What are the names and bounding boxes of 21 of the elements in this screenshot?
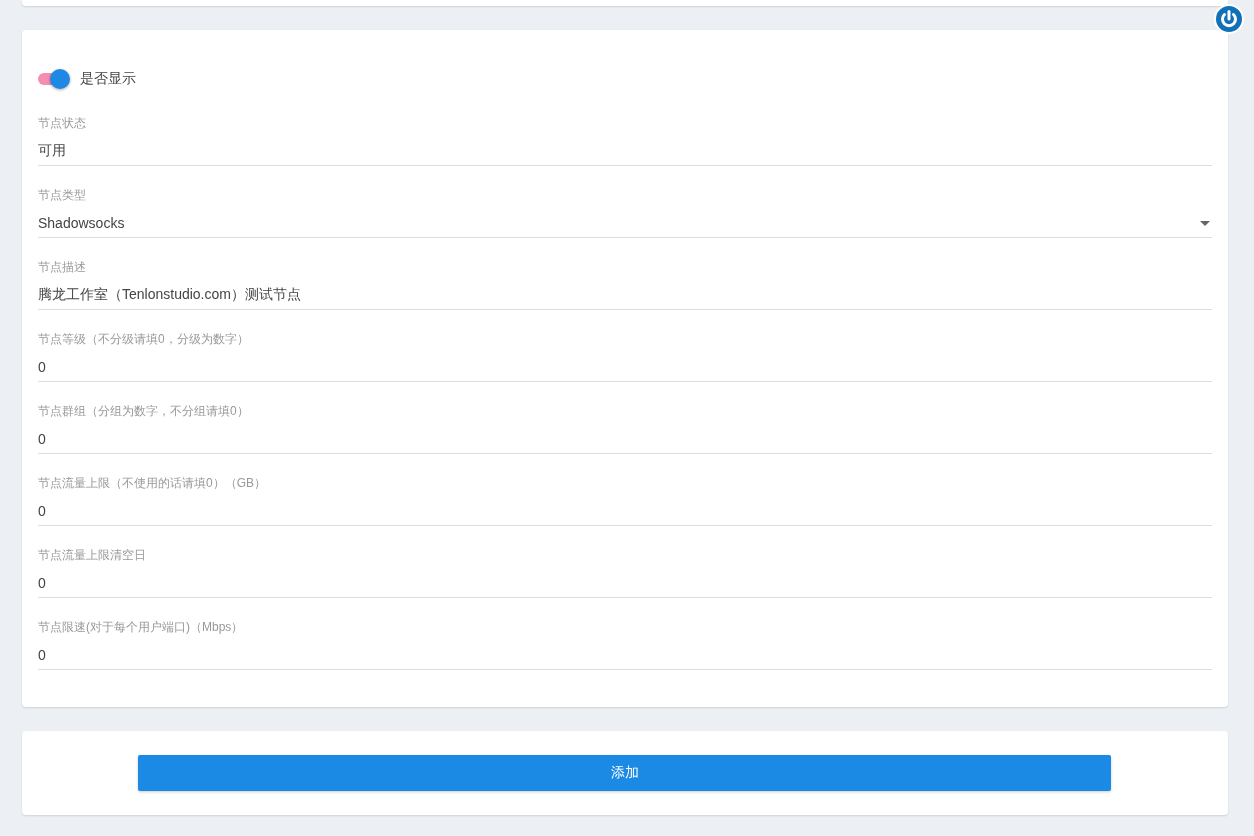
field-label: 节点流量上限清空日 (38, 548, 147, 562)
field-label: 节点群组（分组为数字，不分组请填0） (38, 404, 250, 418)
field-label: 节点类型 (38, 188, 87, 202)
field-label: 节点限速(对于每个用户端口)（Mbps） (38, 620, 245, 634)
select-field[interactable]: Shadowsocks (38, 209, 1212, 238)
switch-label: 是否显示 (80, 70, 136, 88)
caret-icon (1200, 220, 1210, 226)
add-button[interactable]: 添加 (138, 755, 1111, 791)
field-label: 节点等级（不分级请填0，分级为数字） (38, 332, 250, 346)
power-icon[interactable] (1214, 4, 1244, 34)
field-label: 节点流量上限（不使用的话请填0）（GB） (38, 476, 267, 490)
input-field[interactable]: 0 (38, 569, 1212, 598)
input-field[interactable]: 0 (38, 497, 1212, 526)
display-switch[interactable] (38, 69, 72, 89)
input-field[interactable]: 可用 (38, 137, 1212, 166)
input-field[interactable]: 0 (38, 425, 1212, 454)
field-label: 节点描述 (38, 260, 87, 274)
field-label: 节点状态 (38, 116, 87, 130)
input-field[interactable]: 0 (38, 353, 1212, 382)
input-field[interactable]: 0 (38, 641, 1212, 670)
input-field[interactable]: 腾龙工作室（Tenlonstudio.com）测试节点 (38, 281, 1212, 310)
